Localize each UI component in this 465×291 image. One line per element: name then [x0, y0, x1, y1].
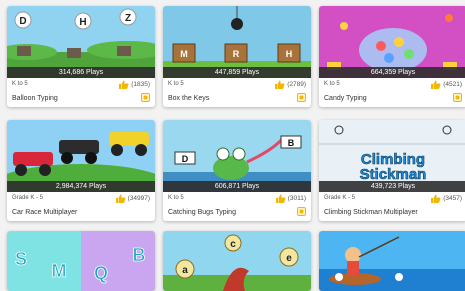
bubble-letter: a	[182, 265, 188, 276]
box-letter: M	[180, 49, 188, 59]
tile-letter: M	[52, 261, 67, 281]
game-thumbnail[interactable]: 664,359 Plays	[319, 6, 465, 78]
game-card-letter-tiles[interactable]: S M Q B	[7, 231, 155, 291]
play-count: 447,859 Plays	[163, 67, 311, 78]
balloon-letter: H	[79, 17, 86, 28]
like-count-value: (4521)	[443, 81, 462, 88]
like-count-value: (1835)	[131, 81, 150, 88]
tile-letter: S	[15, 249, 27, 269]
thumbs-up-icon[interactable]	[115, 194, 126, 203]
grade-label: Grade K - 5	[324, 195, 356, 201]
play-count: 2,984,374 Plays	[7, 181, 155, 192]
grade-label: K to 5	[324, 81, 340, 87]
play-count: 439,723 Plays	[319, 181, 465, 192]
game-card-bubble-letters[interactable]: c a e	[163, 231, 311, 291]
grade-label: K to 5	[12, 81, 28, 87]
bug-letter: B	[288, 138, 295, 148]
game-card-climbing-stickman[interactable]: Climbing Stickman 439,723 Plays Grade K …	[319, 120, 465, 221]
grade-label: Grade K - 5	[12, 195, 44, 201]
like-count[interactable]: (34997)	[115, 194, 150, 203]
game-card-catching-bugs-typing[interactable]: D B 606,871 Plays K to 5 (3011) Catching…	[163, 120, 311, 221]
game-title[interactable]: Car Race Multiplayer	[12, 209, 77, 216]
game-title[interactable]: Box the Keys	[168, 95, 209, 102]
play-count: 664,359 Plays	[319, 67, 465, 78]
game-card-box-the-keys[interactable]: M R H 447,859 Plays K to 5 (2789) Box th…	[163, 6, 311, 107]
game-title[interactable]: Candy Typing	[324, 95, 367, 102]
balloon-letter: D	[19, 16, 26, 27]
bubble-letters-scene: c a e	[163, 231, 311, 291]
bubble-letter: c	[230, 239, 236, 250]
tile-letter: B	[133, 245, 146, 265]
like-count-value: (3011)	[287, 195, 306, 202]
thumbs-up-icon[interactable]	[274, 80, 285, 89]
favorite-badge-icon[interactable]	[297, 207, 306, 216]
game-card-candy-typing[interactable]: 664,359 Plays K to 5 (4521) Candy Typing	[319, 6, 465, 107]
play-count: 606,871 Plays	[163, 181, 311, 192]
game-thumbnail[interactable]: Climbing Stickman 439,723 Plays	[319, 120, 465, 192]
fishing-boy-scene	[319, 231, 465, 291]
box-letter: R	[233, 49, 240, 59]
grade-label: K to 5	[168, 81, 184, 87]
game-title[interactable]: Balloon Typing	[12, 95, 58, 102]
like-count-value: (34997)	[127, 195, 150, 202]
game-thumbnail[interactable]: 2,984,374 Plays	[7, 120, 155, 192]
game-thumbnail[interactable]	[319, 231, 465, 291]
play-count: 314,686 Plays	[7, 67, 155, 78]
box-letter: H	[286, 49, 293, 59]
grade-label: K to 5	[168, 195, 184, 201]
bubble-letter: e	[286, 253, 292, 264]
like-count[interactable]: (4521)	[430, 80, 462, 89]
like-count-value: (2789)	[287, 81, 306, 88]
tile-letter: Q	[94, 263, 108, 283]
game-thumbnail[interactable]: c a e	[163, 231, 311, 291]
like-count[interactable]: (3011)	[275, 194, 306, 203]
game-card-fishing-boy[interactable]	[319, 231, 465, 291]
favorite-badge-icon[interactable]	[453, 93, 462, 102]
balloon-letter: Z	[125, 13, 131, 24]
favorite-badge-icon[interactable]	[297, 93, 306, 102]
letter-tiles-scene: S M Q B	[7, 231, 155, 291]
thumbs-up-icon[interactable]	[430, 80, 441, 89]
like-count[interactable]: (1835)	[118, 80, 150, 89]
like-count[interactable]: (3457)	[430, 194, 462, 203]
like-count-value: (3457)	[443, 195, 462, 202]
like-count[interactable]: (2789)	[274, 80, 306, 89]
game-title[interactable]: Catching Bugs Typing	[168, 209, 236, 216]
favorite-badge-icon[interactable]	[141, 93, 150, 102]
game-thumbnail[interactable]: S M Q B	[7, 231, 155, 291]
thumbs-up-icon[interactable]	[275, 194, 286, 203]
game-thumbnail[interactable]: M R H 447,859 Plays	[163, 6, 311, 78]
bug-letter: D	[182, 154, 189, 164]
game-thumbnail[interactable]: D H Z 314,686 Plays	[7, 6, 155, 78]
thumbs-up-icon[interactable]	[118, 80, 129, 89]
game-title[interactable]: Climbing Stickman Multiplayer	[324, 209, 418, 216]
game-card-balloon-typing[interactable]: D H Z 314,686 Plays K to 5 (1835) Balloo…	[7, 6, 155, 107]
thumbs-up-icon[interactable]	[430, 194, 441, 203]
game-card-car-race-multiplayer[interactable]: 2,984,374 Plays Grade K - 5 (34997) Car …	[7, 120, 155, 221]
game-thumbnail[interactable]: D B 606,871 Plays	[163, 120, 311, 192]
